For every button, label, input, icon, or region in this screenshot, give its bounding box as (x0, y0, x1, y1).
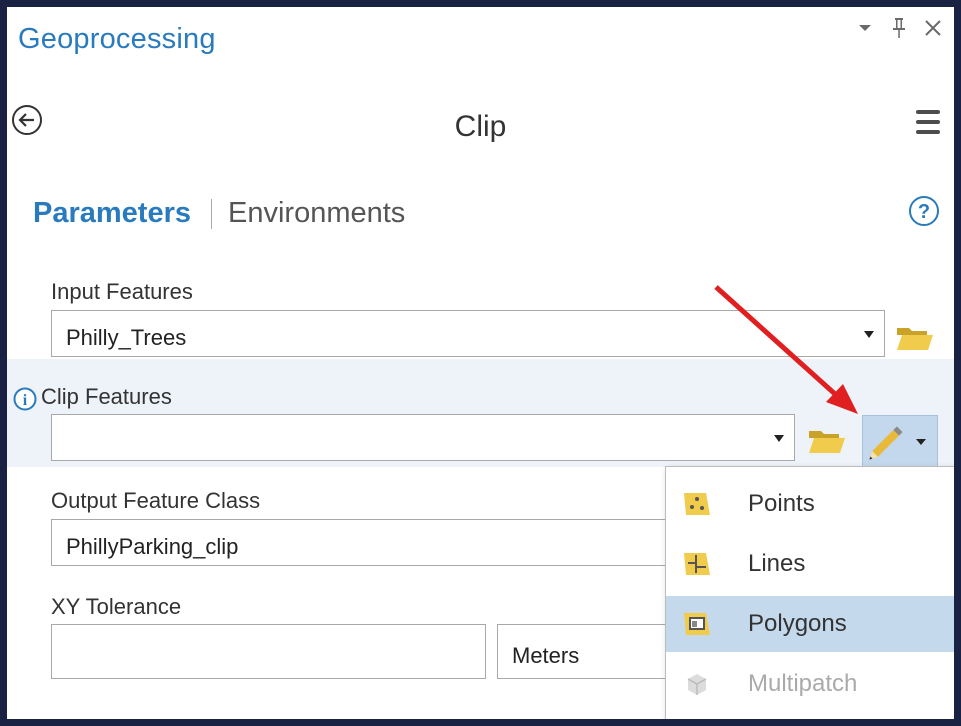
menu-item-label: Polygons (748, 610, 847, 637)
xy-tolerance-input[interactable] (51, 624, 486, 679)
output-feature-class-value: PhillyParking_clip (66, 534, 239, 559)
info-circle-icon[interactable]: i (13, 387, 37, 411)
lines-icon (682, 549, 712, 579)
polygons-icon (682, 609, 712, 639)
folder-open-icon[interactable] (895, 322, 935, 354)
question-circle-icon[interactable]: ? (908, 195, 940, 227)
close-icon[interactable] (922, 17, 944, 39)
menu-item-label: Points (748, 490, 815, 517)
sketch-type-menu: Points Lines Polygons Multipatch (665, 466, 954, 719)
sketch-features-button[interactable] (862, 415, 938, 469)
folder-open-icon[interactable] (807, 425, 847, 457)
clip-features-label: Clip Features (41, 384, 172, 409)
menu-item-label: Multipatch (748, 670, 858, 697)
menu-item-lines[interactable]: Lines (666, 536, 954, 592)
pane-title: Geoprocessing (18, 23, 216, 55)
svg-text:?: ? (918, 201, 930, 223)
geoprocessing-pane: Geoprocessing Clip Parameters Environmen… (7, 7, 954, 719)
points-icon (682, 489, 712, 519)
output-feature-class-field[interactable]: PhillyParking_clip (51, 519, 691, 566)
tool-title: Clip (454, 110, 507, 143)
menu-item-polygons[interactable]: Polygons (666, 596, 954, 652)
menu-item-label: Lines (748, 550, 806, 577)
input-features-value: Philly_Trees (66, 325, 187, 350)
svg-text:i: i (23, 392, 28, 409)
hamburger-menu-icon[interactable] (916, 110, 940, 134)
input-features-label: Input Features (51, 279, 193, 304)
clip-features-field[interactable] (51, 414, 795, 461)
chevron-down-icon (916, 439, 926, 445)
chevron-down-icon[interactable] (854, 17, 876, 39)
multipatch-icon (682, 669, 712, 699)
menu-item-points[interactable]: Points (666, 476, 954, 532)
input-features-field[interactable]: Philly_Trees (51, 310, 885, 357)
xy-tolerance-unit: Meters (512, 643, 580, 668)
xy-tolerance-label: XY Tolerance (51, 594, 182, 619)
menu-item-multipatch[interactable]: Multipatch (666, 656, 954, 712)
tab-bar: Parameters Environments (33, 197, 405, 230)
tab-parameters[interactable]: Parameters (33, 197, 191, 230)
output-feature-class-label: Output Feature Class (51, 488, 261, 513)
chevron-down-icon[interactable] (774, 435, 784, 442)
chevron-down-icon[interactable] (864, 331, 874, 338)
tab-environments[interactable]: Environments (228, 197, 405, 230)
tab-separator (211, 198, 212, 229)
window-controls (854, 17, 944, 39)
pin-icon[interactable] (888, 17, 910, 39)
